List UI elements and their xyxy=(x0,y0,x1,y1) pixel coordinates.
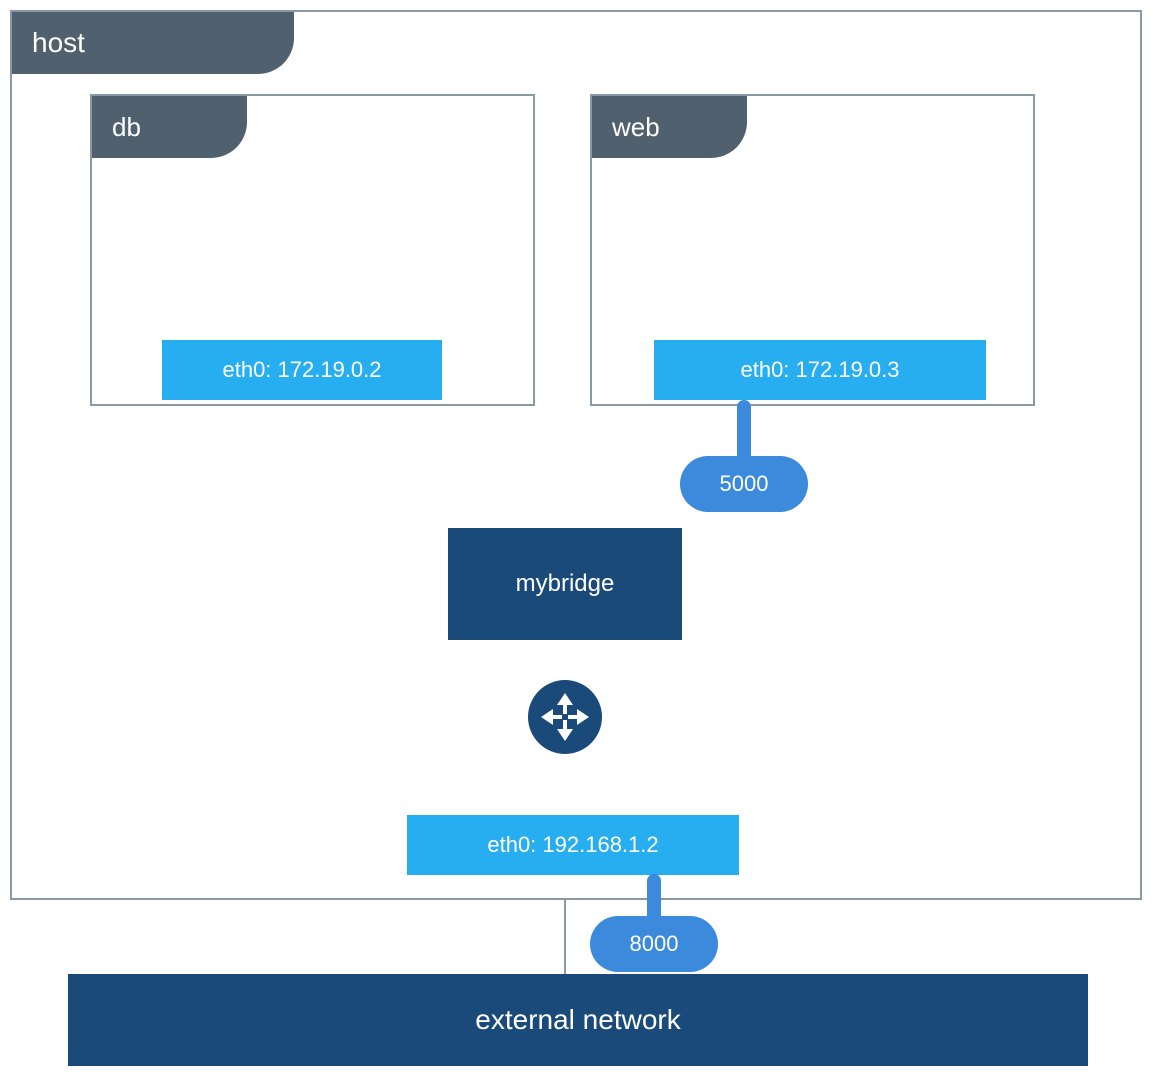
container-web-tab: web xyxy=(592,96,747,158)
external-network-box: external network xyxy=(68,974,1088,1066)
port-8000-pill: 8000 xyxy=(590,916,718,972)
network-diagram: host db eth0: 172.19.0.2 web eth0: 172.1… xyxy=(0,0,1154,1076)
port-5000-label: 5000 xyxy=(720,471,769,497)
port-5000-pill: 5000 xyxy=(680,456,808,512)
web-eth0-label: eth0: 172.19.0.3 xyxy=(740,357,899,383)
bridge-label: mybridge xyxy=(516,570,615,598)
host-eth0-chip: eth0: 192.168.1.2 xyxy=(407,815,739,875)
port-8000-label: 8000 xyxy=(630,931,679,957)
db-eth0-label: eth0: 172.19.0.2 xyxy=(222,357,381,383)
web-eth0-chip: eth0: 172.19.0.3 xyxy=(654,340,986,400)
bridge-box: mybridge xyxy=(448,528,682,640)
container-db-label: db xyxy=(112,112,141,143)
host-label: host xyxy=(32,27,85,59)
container-web-label: web xyxy=(612,112,660,143)
container-db-tab: db xyxy=(92,96,247,158)
host-eth0-label: eth0: 192.168.1.2 xyxy=(487,832,658,858)
external-network-label: external network xyxy=(475,1004,680,1036)
db-eth0-chip: eth0: 172.19.0.2 xyxy=(162,340,442,400)
nat-router-icon xyxy=(528,680,602,754)
host-tab: host xyxy=(12,12,294,74)
